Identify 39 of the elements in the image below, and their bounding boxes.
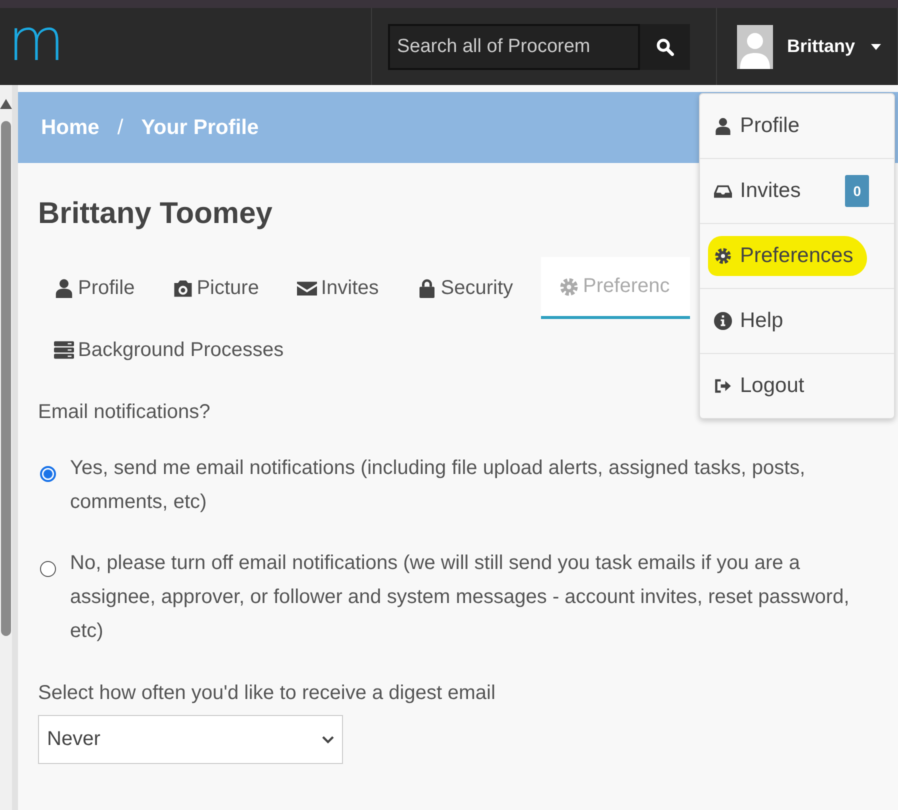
- caret-icon: [871, 44, 881, 50]
- option-label: No, please turn off email notifications (we will still send you task emails if you are a assignee, approver, or follower and system messages - account invites, reset password, etc): [70, 551, 850, 644]
- tab[interactable]: Security: [416, 257, 534, 319]
- tab[interactable]: Invites: [296, 257, 399, 319]
- breadcrumb-separator: /: [117, 116, 124, 140]
- tab[interactable]: Profile: [54, 257, 155, 319]
- avatar: [736, 24, 773, 68]
- count-badge: 0: [845, 175, 869, 207]
- digest-label: Select how often you'd like to receive a digest email: [38, 682, 496, 705]
- scroll-up-icon[interactable]: [0, 99, 12, 109]
- lock-icon: [416, 278, 437, 298]
- server-icon: [54, 340, 74, 360]
- radio-button[interactable]: [40, 561, 56, 577]
- search-field[interactable]: Search all of Procorem: [388, 24, 640, 70]
- user-icon: [714, 117, 732, 135]
- gear-icon: [559, 276, 580, 296]
- option-label: Yes, send me email notifications (including file upload alerts, assigned tasks, posts, comments, etc): [70, 456, 806, 515]
- tab[interactable]: Background Processes: [54, 319, 304, 381]
- menu-item[interactable]: Logout: [708, 366, 810, 406]
- profile-name: Brittany Toomey: [38, 197, 274, 231]
- user-icon: [54, 278, 74, 298]
- search-icon: [656, 38, 674, 56]
- camera-icon: [172, 278, 193, 298]
- scrollbar-thumb[interactable]: [1, 121, 11, 636]
- user-menu-button[interactable]: Brittany: [716, 20, 897, 72]
- menu-item[interactable]: Help: [708, 301, 790, 341]
- radio-button[interactable]: [40, 466, 56, 482]
- info-icon: [714, 312, 732, 330]
- sign-out-icon: [714, 377, 732, 395]
- menu-item[interactable]: Invites: [708, 171, 807, 211]
- chevron-down-icon: [322, 736, 334, 744]
- menu-item[interactable]: Profile: [708, 106, 806, 146]
- logo[interactable]: m: [8, 10, 64, 68]
- menu-item[interactable]: Preferences: [708, 236, 868, 276]
- tab[interactable]: Picture: [172, 257, 279, 319]
- question-label: Email notifications?: [38, 401, 212, 424]
- digest-select[interactable]: Never: [38, 715, 343, 764]
- search-button[interactable]: [640, 24, 690, 70]
- gear-icon: [714, 247, 732, 265]
